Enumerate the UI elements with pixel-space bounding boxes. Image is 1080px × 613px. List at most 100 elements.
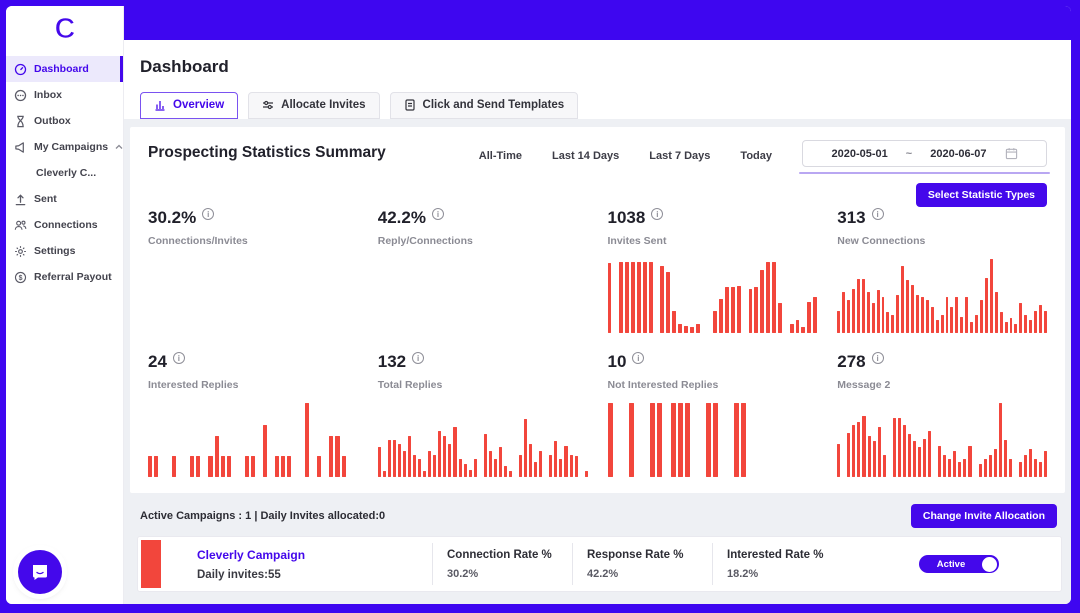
active-campaigns-bar: Active Campaigns : 1 | Daily Invites all… [130,493,1065,537]
sidebar-item-referral-payout[interactable]: $ Referral Payout [6,264,123,290]
toggle-label: Active [937,559,982,570]
sidebar-item-settings[interactable]: Settings [6,238,123,264]
stat-label: Total Replies [378,379,588,391]
stat-bar-chart [148,259,358,333]
main-area: Dashboard Overview Allocate Invites Clic… [124,6,1071,604]
sidebar-item-label: Inbox [34,89,62,101]
change-invite-allocation-button[interactable]: Change Invite Allocation [911,504,1057,528]
stat-value: 24 [148,353,167,370]
metric-interested-rate: Interested Rate % 18.2% [712,543,852,585]
info-icon[interactable]: i [632,352,644,364]
metric-value: 42.2% [587,568,698,580]
sidebar-item-label: Referral Payout [34,271,112,283]
date-range-end[interactable]: 2020-06-07 [930,148,986,160]
stat-label: Interested Replies [148,379,358,391]
tab-allocate-invites[interactable]: Allocate Invites [248,92,379,119]
sidebar-item-inbox[interactable]: Inbox [6,82,123,108]
info-icon[interactable]: i [173,352,185,364]
filter-last-14-days[interactable]: Last 14 Days [552,150,619,162]
tab-label: Allocate Invites [281,99,365,111]
stat-value: 10 [608,353,627,370]
filter-last-7-days[interactable]: Last 7 Days [649,150,710,162]
time-filters: All-Time Last 14 Days Last 7 Days Today … [479,140,1047,167]
stat-card-new-connections: 313 i New Connections [837,209,1047,333]
stat-label: Not Interested Replies [608,379,818,391]
stat-label: Message 2 [837,379,1047,391]
metric-label: Connection Rate % [447,549,558,561]
sidebar-item-label: Cleverly C... [36,167,96,179]
metric-label: Response Rate % [587,549,698,561]
dashboard-icon [14,63,27,76]
info-icon[interactable]: i [872,208,884,220]
sidebar-item-label: Settings [34,245,75,257]
statistics-title: Prospecting Statistics Summary [148,144,386,162]
stat-bar-chart [837,403,1047,477]
connections-people-icon [14,219,27,232]
sidebar-item-label: Outbox [34,115,71,127]
info-icon[interactable]: i [651,208,663,220]
sidebar-nav: Dashboard Inbox Outbox My Campaigns [6,56,123,290]
tab-overview[interactable]: Overview [140,92,238,119]
filter-all-time[interactable]: All-Time [479,150,522,162]
campaign-row: Cleverly Campaign Daily invites:55 Conne… [138,537,1061,591]
filter-today[interactable]: Today [740,150,772,162]
chat-launcher-button[interactable] [18,550,62,594]
stat-card-connections-invites: 30.2% i Connections/Invites [148,209,358,333]
metric-value: 18.2% [727,568,838,580]
date-range-start[interactable]: 2020-05-01 [832,148,888,160]
chat-bubble-icon [29,561,51,583]
campaign-accent-bar [141,540,161,588]
chevron-up-icon [115,144,123,150]
stat-label: Connections/Invites [148,235,358,247]
info-icon[interactable]: i [432,208,444,220]
sidebar-item-my-campaigns[interactable]: My Campaigns [6,134,123,160]
stat-bar-chart [608,259,818,333]
metric-value: 30.2% [447,568,558,580]
info-icon[interactable]: i [872,352,884,364]
tab-label: Overview [173,99,224,111]
campaign-toggle-wrap: Active [919,555,999,573]
top-bar [124,6,1071,40]
page-title: Dashboard [140,57,1071,77]
sliders-icon [262,99,274,111]
stat-bar-chart [837,259,1047,333]
svg-text:$: $ [19,274,23,281]
sidebar-item-cleverly-campaign[interactable]: Cleverly C... [6,160,123,186]
date-range-picker[interactable]: 2020-05-01 ~ 2020-06-07 [802,140,1047,167]
sidebar-item-sent[interactable]: Sent [6,186,123,212]
sidebar-item-outbox[interactable]: Outbox [6,108,123,134]
campaigns-megaphone-icon [14,141,27,154]
inbox-icon [14,89,27,102]
toggle-knob[interactable] [982,557,997,572]
info-icon[interactable]: i [202,208,214,220]
active-campaigns-summary: Active Campaigns : 1 | Daily Invites all… [140,510,385,522]
stat-card-invites-sent: 1038 i Invites Sent [608,209,818,333]
stat-value: 42.2% [378,209,426,226]
campaign-active-toggle[interactable]: Active [919,555,999,573]
campaign-name-link[interactable]: Cleverly Campaign [197,548,432,562]
sidebar-item-label: Connections [34,219,98,231]
content-region: Prospecting Statistics Summary All-Time … [124,119,1071,604]
stat-label: New Connections [837,235,1047,247]
sidebar-item-label: My Campaigns [34,141,108,153]
select-statistic-types-button[interactable]: Select Statistic Types [916,183,1047,207]
campaign-name-block: Cleverly Campaign Daily invites:55 [197,537,432,591]
metric-connection-rate: Connection Rate % 30.2% [432,543,572,585]
logo[interactable]: C [6,6,123,52]
tab-click-and-send-templates[interactable]: Click and Send Templates [390,92,579,119]
stat-value: 30.2% [148,209,196,226]
stat-card-total-replies: 132 i Total Replies [378,353,588,477]
metric-response-rate: Response Rate % 42.2% [572,543,712,585]
sidebar-item-label: Dashboard [34,63,89,75]
info-icon[interactable]: i [412,352,424,364]
stat-label: Invites Sent [608,235,818,247]
cleverly-logo-icon: C [55,13,75,46]
select-statistic-row: Select Statistic Types [130,169,1065,207]
sidebar-item-dashboard[interactable]: Dashboard [6,56,123,82]
settings-gear-icon [14,245,27,258]
calendar-icon [1005,147,1018,160]
stat-cards-grid: 30.2% i Connections/Invites 42.2% i Repl… [130,207,1065,493]
metric-label: Interested Rate % [727,549,838,561]
stat-card-not-interested-replies: 10 i Not Interested Replies [608,353,818,477]
sidebar-item-connections[interactable]: Connections [6,212,123,238]
